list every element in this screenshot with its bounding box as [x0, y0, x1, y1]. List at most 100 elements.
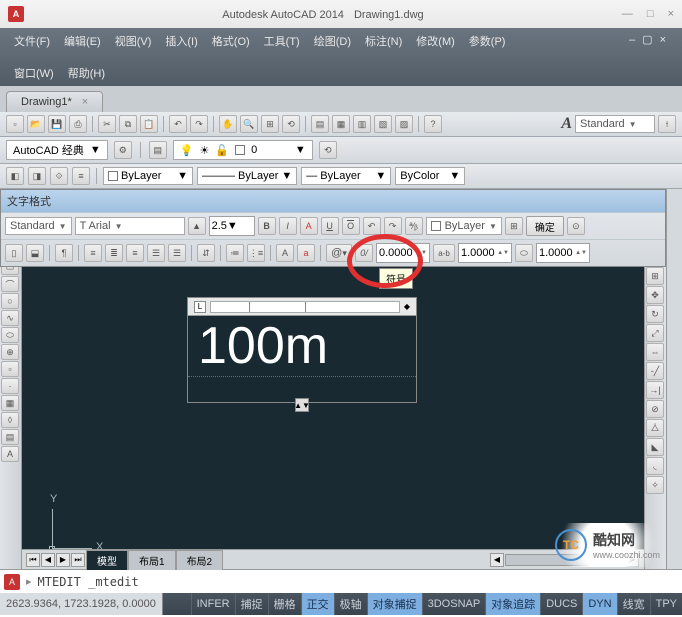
match-icon[interactable]: ⟐ [50, 167, 68, 185]
status-lwt[interactable]: 线宽 [617, 593, 650, 615]
menu-edit[interactable]: 编辑(E) [58, 30, 107, 52]
dim-style-icon[interactable]: ⟊ [658, 115, 676, 133]
block-icon[interactable]: ▫ [1, 361, 19, 377]
align-center-icon[interactable]: ≣ [105, 244, 123, 262]
uppercase-icon[interactable]: A [276, 244, 294, 262]
maximize-button[interactable]: □ [647, 8, 654, 20]
layer-combo[interactable]: 💡 ☀ 🔓 0▼ [173, 140, 313, 160]
text-style-select[interactable]: Standard▼ [5, 217, 72, 235]
zoom-icon[interactable]: 🔍 [240, 115, 258, 133]
extend-icon[interactable]: →| [646, 381, 664, 399]
undo2-icon[interactable]: ↶ [363, 217, 381, 235]
mtext-editor[interactable]: L ◆ 100m ▲▼ [187, 297, 417, 403]
mtext-content[interactable]: 100m [188, 316, 416, 376]
overline-button[interactable]: O [342, 217, 360, 235]
status-snap[interactable]: 捕捉 [235, 593, 268, 615]
table-icon[interactable]: ▤ [1, 429, 19, 445]
new-icon[interactable]: ▫ [6, 115, 24, 133]
lowercase-icon[interactable]: a [297, 244, 315, 262]
ws-settings-icon[interactable]: ⚙ [114, 141, 132, 159]
options-icon[interactable]: ⊙ [567, 217, 585, 235]
tab-first-icon[interactable]: ⏮ [26, 553, 40, 567]
arc-icon[interactable]: ⌒ [1, 276, 19, 292]
status-infer[interactable]: INFER [191, 593, 235, 615]
color-icon[interactable]: ◧ [6, 167, 24, 185]
menu-modify[interactable]: 修改(M) [410, 30, 461, 52]
scale-icon[interactable]: ⤢ [646, 324, 664, 342]
text-style-combo[interactable]: Standard▼ [575, 115, 655, 133]
lineweight-combo[interactable]: —ByLayer▼ [301, 167, 391, 185]
tab-model[interactable]: 模型 [86, 550, 128, 570]
redo2-icon[interactable]: ↷ [384, 217, 402, 235]
hscroll-left-icon[interactable]: ◀ [490, 553, 504, 567]
doc-window-controls[interactable]: – ▢ × [623, 30, 674, 52]
menu-param[interactable]: 参数(P) [463, 30, 512, 52]
stretch-icon[interactable]: ⇔ [646, 343, 664, 361]
resize-handle-icon[interactable]: ▲▼ [295, 398, 309, 412]
menu-tools[interactable]: 工具(T) [258, 30, 306, 52]
color2-icon[interactable]: ◨ [28, 167, 46, 185]
width-input[interactable]: 1.0000▲▼ [536, 243, 590, 263]
point-icon[interactable]: · [1, 378, 19, 394]
zoom-prev-icon[interactable]: ⟲ [282, 115, 300, 133]
font-a-button[interactable]: A [300, 217, 318, 235]
symbol-button[interactable]: @▾ [326, 244, 352, 262]
plotstyle-combo[interactable]: ByColor▼ [395, 167, 465, 185]
circle-icon[interactable]: ○ [1, 293, 19, 309]
menu-view[interactable]: 视图(V) [109, 30, 158, 52]
menu-file[interactable]: 文件(F) [8, 30, 56, 52]
align-right-icon[interactable]: ≡ [126, 244, 144, 262]
tab-last-icon[interactable]: ⏭ [71, 553, 85, 567]
font-select[interactable]: T Arial▼ [75, 217, 185, 235]
break-icon[interactable]: ⊘ [646, 400, 664, 418]
tab-layout2[interactable]: 布局2 [176, 550, 224, 570]
menu-insert[interactable]: 插入(I) [159, 30, 203, 52]
join-icon[interactable]: ⧊ [646, 419, 664, 437]
lwt-icon[interactable]: ≡ [72, 167, 90, 185]
ruler-icon[interactable]: ⊞ [505, 217, 523, 235]
fillet-icon[interactable]: ◟ [646, 457, 664, 475]
array-icon[interactable]: ⊞ [646, 267, 664, 285]
menu-help[interactable]: 帮助(H) [62, 62, 111, 84]
undo-icon[interactable]: ↶ [169, 115, 187, 133]
document-tab[interactable]: Drawing1*× [6, 91, 103, 112]
status-ducs[interactable]: DUCS [540, 593, 582, 615]
dc-icon[interactable]: ▦ [332, 115, 350, 133]
numbering-icon[interactable]: ≔ [226, 244, 244, 262]
italic-button[interactable]: I [279, 217, 297, 235]
move-icon[interactable]: ✥ [646, 286, 664, 304]
columns-icon[interactable]: ▯ [5, 244, 23, 262]
linetype-combo[interactable]: ———ByLayer▼ [197, 167, 297, 185]
text-height-input[interactable]: 2.5▼ [209, 216, 255, 236]
annotative-icon[interactable]: ▲ [188, 217, 206, 235]
align-just-icon[interactable]: ☰ [147, 244, 165, 262]
props-icon[interactable]: ▤ [311, 115, 329, 133]
justify-icon[interactable]: ⬓ [26, 244, 44, 262]
tracking-input[interactable]: 1.0000▲▼ [458, 243, 512, 263]
para1-icon[interactable]: ¶ [55, 244, 73, 262]
menu-window[interactable]: 窗口(W) [8, 62, 60, 84]
rotate-icon[interactable]: ↻ [646, 305, 664, 323]
cut-icon[interactable]: ✂ [98, 115, 116, 133]
bold-button[interactable]: B [258, 217, 276, 235]
mtext-icon[interactable]: A [1, 446, 19, 462]
save-icon[interactable]: 💾 [48, 115, 66, 133]
vscroll[interactable] [666, 189, 682, 569]
oblique-input[interactable]: 0.0000▲▼ [376, 243, 430, 263]
tab-next-icon[interactable]: ▶ [56, 553, 70, 567]
tool-pal-icon[interactable]: ▥ [353, 115, 371, 133]
ruler-tab-icon[interactable]: L [194, 301, 206, 313]
close-button[interactable]: × [668, 8, 674, 20]
trim-icon[interactable]: ‑╱ [646, 362, 664, 380]
text-color-combo[interactable]: ByLayer▼ [426, 217, 502, 235]
print-icon[interactable]: ⎙ [69, 115, 87, 133]
oblique-icon[interactable]: 0/ [355, 244, 373, 262]
copy-icon[interactable]: ⧉ [119, 115, 137, 133]
paste-icon[interactable]: 📋 [140, 115, 158, 133]
ellipse-icon[interactable]: ⬭ [1, 327, 19, 343]
explode-icon[interactable]: ✧ [646, 476, 664, 494]
spline-icon[interactable]: ∿ [1, 310, 19, 326]
menu-draw[interactable]: 绘图(D) [308, 30, 357, 52]
markup-icon[interactable]: ▨ [395, 115, 413, 133]
status-3dosnap[interactable]: 3DOSNAP [422, 593, 486, 615]
